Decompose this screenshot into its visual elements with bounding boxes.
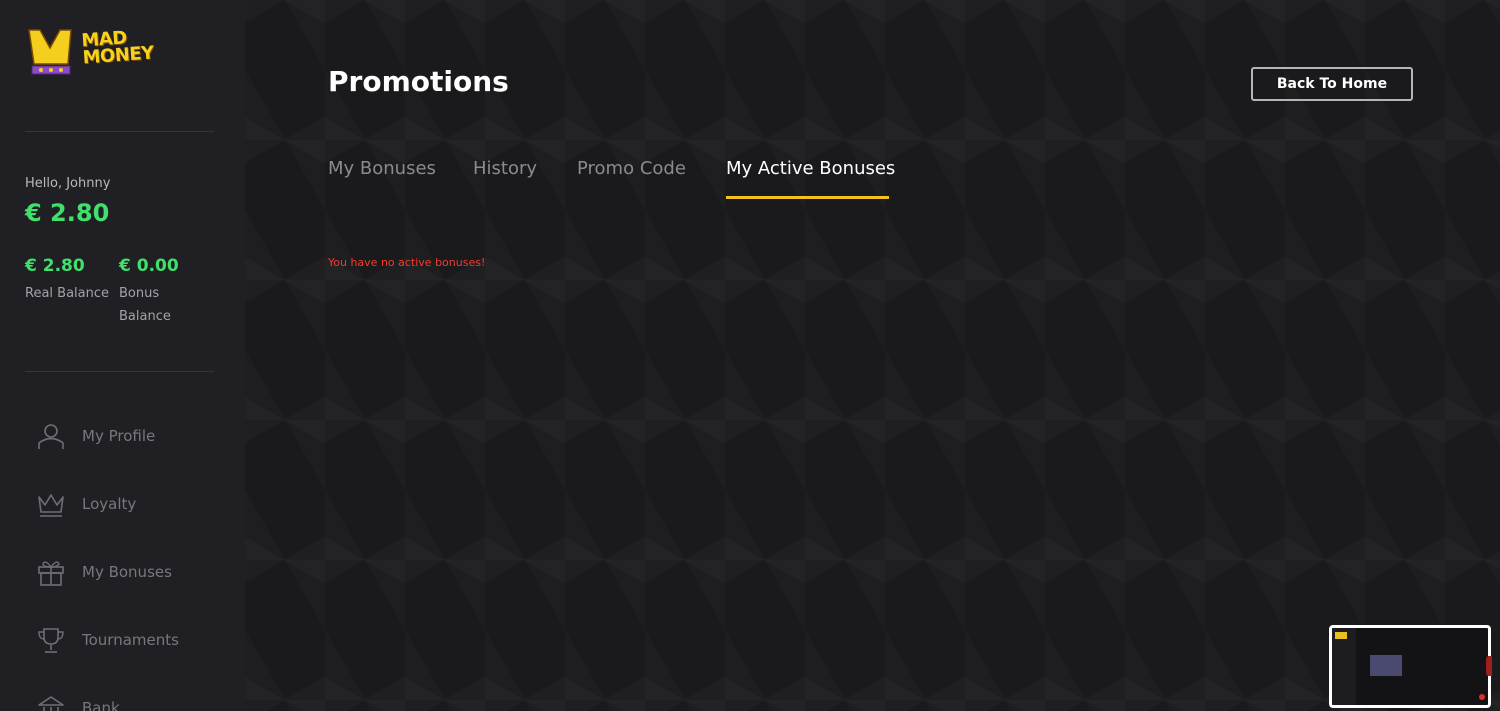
sidebar-item-tournaments[interactable]: Tournaments [36,622,226,658]
sidebar: MAD MONEY Hello, Johnny € 2.80 € 2.80 € … [0,0,245,711]
sidebar-item-label: Loyalty [82,495,137,513]
crown-icon [38,494,64,517]
page-title: Promotions [328,65,509,98]
user-icon [38,424,64,449]
logo-wordmark: MAD MONEY [80,27,155,69]
real-balance-amount: € 2.80 [25,256,85,276]
tab-my-bonuses[interactable]: My Bonuses [328,158,436,179]
bank-icon [38,696,64,711]
no-active-bonuses-message: You have no active bonuses! [328,256,486,269]
sidebar-item-label: Bank [82,699,120,711]
gift-icon [38,561,64,586]
real-balance-label: Real Balance [25,286,110,301]
crown-m-logo-icon [28,29,72,75]
total-balance: € 2.80 [25,199,110,227]
sidebar-divider [25,131,214,132]
mad-money-logo[interactable]: MAD MONEY [26,26,156,78]
sidebar-item-label: My Profile [82,427,156,445]
edge-tab-icon[interactable] [1486,656,1492,676]
tab-my-active-bonuses[interactable]: My Active Bonuses [726,158,895,179]
sidebar-divider [25,371,214,372]
window-preview-thumbnail[interactable] [1329,625,1491,708]
preview-card [1370,655,1402,676]
tab-promo-code[interactable]: Promo Code [577,158,686,179]
back-to-home-button[interactable]: Back To Home [1251,67,1413,101]
main-content: Promotions Back To Home My Bonuses Histo… [245,0,1500,711]
bonus-balance-amount: € 0.00 [119,256,179,276]
bonus-balance-label-line2: Balance [119,309,171,324]
preview-logo-icon [1335,632,1347,639]
sidebar-item-label: My Bonuses [82,563,172,581]
notification-dot-icon [1479,694,1485,700]
sidebar-item-label: Tournaments [82,631,179,649]
sidebar-item-loyalty[interactable]: Loyalty [36,486,226,522]
trophy-icon [38,628,64,653]
preview-sidebar [1332,628,1356,705]
active-tab-indicator [726,196,889,199]
sidebar-item-my-profile[interactable]: My Profile [36,418,226,454]
greeting: Hello, Johnny [25,176,111,191]
bonus-balance-label: Bonus [119,286,160,301]
sidebar-item-bank[interactable]: Bank [36,690,226,711]
tab-history[interactable]: History [473,158,537,179]
sidebar-item-my-bonuses[interactable]: My Bonuses [36,554,226,590]
